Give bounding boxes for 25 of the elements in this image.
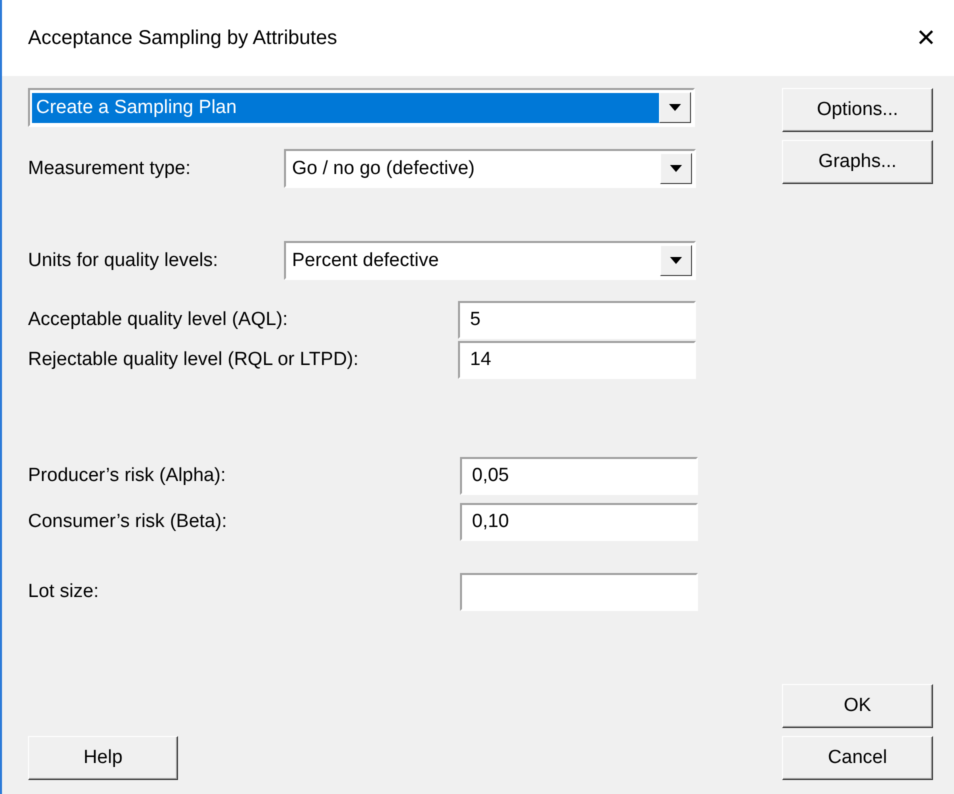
input-field[interactable]: 14 <box>458 341 696 379</box>
field-label: Units for quality levels: <box>28 250 218 272</box>
window-title: Acceptance Sampling by Attributes <box>28 26 338 50</box>
mode-dropdown[interactable]: Create a Sampling Plan <box>28 88 695 127</box>
dropdown-value: Percent defective <box>291 248 440 272</box>
measurement-type-dropdown[interactable]: Go / no go (defective) <box>284 149 696 188</box>
field-label: Acceptable quality level (AQL): <box>28 309 288 331</box>
cancel-button[interactable]: Cancel <box>782 736 933 780</box>
field-label: Consumer’s risk (Beta): <box>28 511 227 533</box>
field-label: Producer’s risk (Alpha): <box>28 465 226 487</box>
input-field[interactable]: 0,05 <box>460 457 698 495</box>
dialog-button[interactable]: Options... <box>782 88 933 132</box>
dropdown-value: Create a Sampling Plan <box>32 92 659 122</box>
dropdown-value: Go / no go (defective) <box>291 156 476 180</box>
field-label: Measurement type: <box>28 158 191 180</box>
close-button[interactable]: ✕ <box>898 13 954 63</box>
dialog-button[interactable]: Graphs... <box>782 140 933 184</box>
input-field[interactable]: 0,10 <box>460 503 698 541</box>
ok-button[interactable]: OK <box>782 684 933 728</box>
field-label: Lot size: <box>28 581 99 603</box>
help-button[interactable]: Help <box>28 736 178 780</box>
input-field[interactable]: 5 <box>458 301 696 339</box>
field-label: Rejectable quality level (RQL or LTPD): <box>28 349 359 371</box>
input-field[interactable] <box>460 573 698 611</box>
units-dropdown[interactable]: Percent defective <box>284 241 696 280</box>
